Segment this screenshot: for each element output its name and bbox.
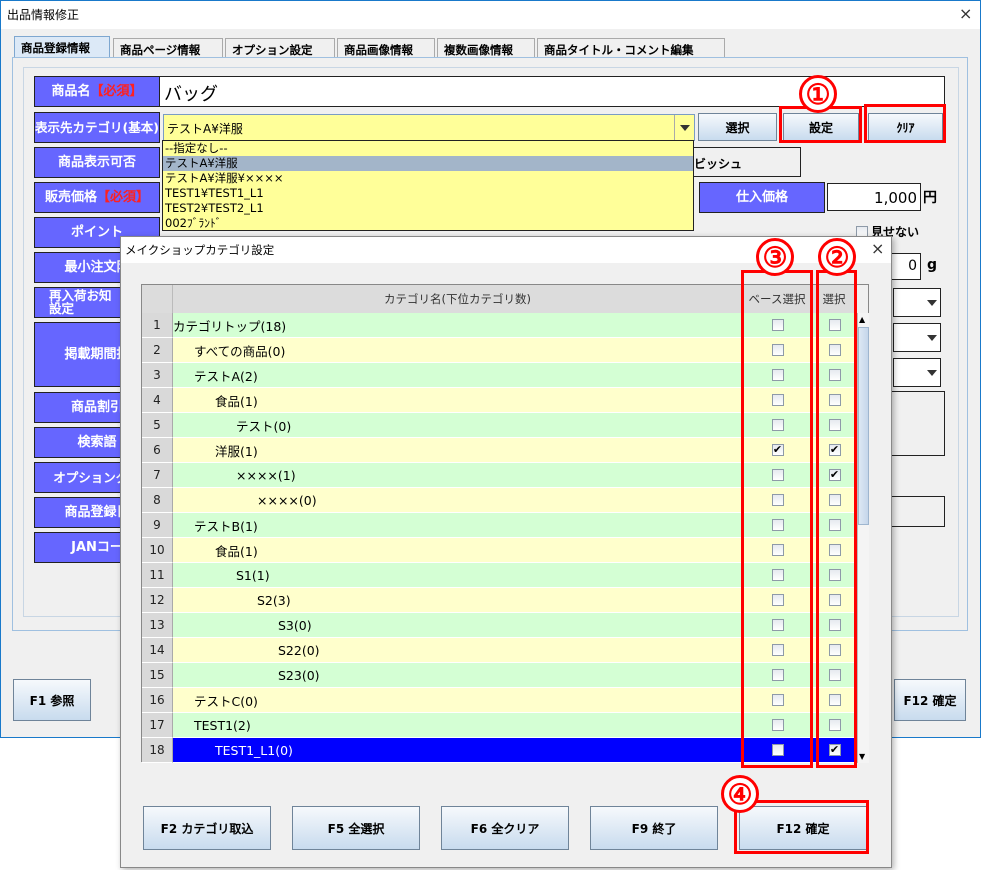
scrollbar[interactable]: ▲ ▼	[857, 313, 869, 763]
category-name-cell[interactable]: テストB(1)	[173, 513, 743, 538]
scroll-up-icon[interactable]: ▲	[859, 315, 865, 324]
category-name-cell[interactable]: S23(0)	[173, 663, 743, 688]
category-name-cell[interactable]: S1(1)	[173, 563, 743, 588]
dropdown-option[interactable]: TEST1¥TEST1_L1	[163, 186, 693, 201]
row-number: 1	[142, 313, 173, 338]
annotation-marker-2: ②	[818, 238, 856, 276]
dropdown-option[interactable]: テストA¥洋服	[163, 156, 693, 171]
category-name-cell[interactable]: テストC(0)	[173, 688, 743, 713]
row-number: 12	[142, 588, 173, 613]
category-dropdown-list[interactable]: --指定なし-- テストA¥洋服 テストA¥洋服¥×××× TEST1¥TEST…	[162, 140, 694, 231]
row-number: 18	[142, 738, 173, 763]
row-number: 4	[142, 388, 173, 413]
f5-select-all-button[interactable]: F5 全選択	[292, 806, 420, 850]
category-name-cell[interactable]: テスト(0)	[173, 413, 743, 438]
row-number: 15	[142, 663, 173, 688]
dropdown-option[interactable]: --指定なし--	[163, 141, 693, 156]
annotation-marker-4: ④	[721, 775, 759, 813]
annotation-box-1b	[864, 104, 946, 143]
gram-unit: g	[927, 257, 938, 273]
chevron-down-icon[interactable]	[674, 115, 694, 140]
category-name-cell[interactable]: ××××(1)	[173, 463, 743, 488]
period-select-2[interactable]	[893, 323, 941, 352]
row-number-header	[142, 285, 173, 313]
annotation-marker-3: ③	[756, 238, 794, 276]
label-cost: 仕入価格	[699, 182, 825, 213]
tab-product-images[interactable]: 商品画像情報	[337, 38, 435, 58]
category-name-cell[interactable]: テストA(2)	[173, 363, 743, 388]
cost-input[interactable]: 1,000	[827, 183, 921, 211]
close-icon[interactable]: ×	[959, 4, 972, 23]
category-name-cell[interactable]: カテゴリトップ(18)	[173, 313, 743, 338]
category-name-cell[interactable]: S3(0)	[173, 613, 743, 638]
label-price: 販売価格 【必須】	[34, 182, 160, 213]
dropdown-option[interactable]: 002ﾌﾞﾗﾝﾄﾞ	[163, 216, 693, 231]
weight-input[interactable]: 0	[891, 253, 921, 280]
category-name-cell[interactable]: TEST1(2)	[173, 713, 743, 738]
row-number: 9	[142, 513, 173, 538]
annotation-box-3	[741, 270, 813, 768]
row-number: 10	[142, 538, 173, 563]
f2-import-category-button[interactable]: F2 カテゴリ取込	[143, 806, 271, 850]
category-name-cell[interactable]: 食品(1)	[173, 538, 743, 563]
close-icon[interactable]: ×	[871, 239, 884, 258]
scroll-thumb[interactable]	[858, 327, 869, 525]
title-bar: 出品情報修正 ×	[1, 1, 980, 29]
yen-unit: 円	[923, 190, 937, 206]
select-button[interactable]: 選択	[698, 113, 777, 141]
category-name-cell[interactable]: S22(0)	[173, 638, 743, 663]
row-number: 5	[142, 413, 173, 438]
row-number: 14	[142, 638, 173, 663]
chevron-down-icon[interactable]	[927, 335, 937, 341]
display-option[interactable]: ビッシュ	[681, 147, 801, 177]
label-category: 表示先カテゴリ(基本)	[34, 112, 160, 143]
tab-option-settings[interactable]: オプション設定	[225, 38, 335, 58]
discount-box	[889, 391, 945, 456]
row-number: 2	[142, 338, 173, 363]
chevron-down-icon[interactable]	[927, 370, 937, 376]
category-select[interactable]: テストA¥洋服	[163, 114, 695, 141]
tab-product-page[interactable]: 商品ページ情報	[113, 38, 223, 58]
f9-exit-button[interactable]: F9 終了	[590, 806, 718, 850]
f1-reference-button[interactable]: F1 参照	[13, 679, 91, 721]
category-name-cell[interactable]: S2(3)	[173, 588, 743, 613]
annotation-box-2	[816, 270, 857, 768]
dropdown-option[interactable]: TEST2¥TEST2_L1	[163, 201, 693, 216]
category-name-cell[interactable]: ××××(0)	[173, 488, 743, 513]
annotation-box-4	[734, 800, 869, 854]
reg-date-box	[889, 496, 945, 527]
dropdown-option[interactable]: テストA¥洋服¥××××	[163, 171, 693, 186]
chevron-down-icon[interactable]	[927, 300, 937, 306]
dialog-title: メイクショップカテゴリ設定	[125, 243, 275, 257]
row-number: 3	[142, 363, 173, 388]
label-display: 商品表示可否	[34, 147, 160, 178]
f12-confirm-button[interactable]: F12 確定	[894, 679, 966, 721]
scroll-down-icon[interactable]: ▼	[859, 752, 865, 761]
row-number: 11	[142, 563, 173, 588]
row-number: 8	[142, 488, 173, 513]
window-title: 出品情報修正	[7, 8, 80, 22]
period-select-3[interactable]	[893, 358, 941, 387]
period-select-1[interactable]	[893, 288, 941, 317]
category-name-header: カテゴリ名(下位カテゴリ数)	[173, 285, 743, 313]
category-name-cell[interactable]: 洋服(1)	[173, 438, 743, 463]
row-number: 17	[142, 713, 173, 738]
f6-clear-all-button[interactable]: F6 全クリア	[441, 806, 569, 850]
category-name-cell[interactable]: すべての商品(0)	[173, 338, 743, 363]
row-number: 13	[142, 613, 173, 638]
category-name-cell[interactable]: TEST1_L1(0)	[173, 738, 743, 763]
row-number: 7	[142, 463, 173, 488]
tab-product-registration[interactable]: 商品登録情報	[14, 36, 110, 58]
annotation-marker-1: ①	[799, 75, 837, 113]
category-name-cell[interactable]: 食品(1)	[173, 388, 743, 413]
label-product-name: 商品名 【必須】	[34, 76, 160, 107]
tab-title-comment[interactable]: 商品タイトル・コメント編集	[537, 38, 725, 58]
row-number: 6	[142, 438, 173, 463]
tab-multiple-images[interactable]: 複数画像情報	[437, 38, 535, 58]
row-number: 16	[142, 688, 173, 713]
